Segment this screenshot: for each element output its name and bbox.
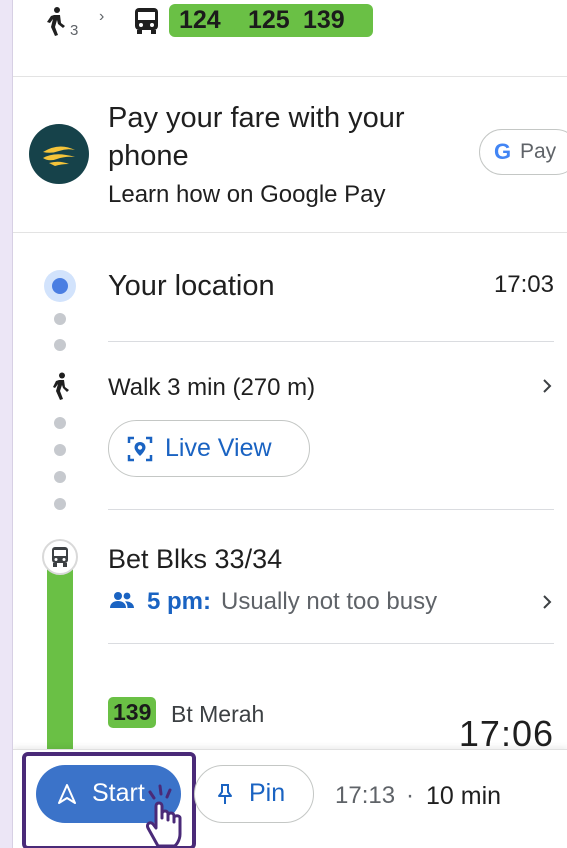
route-chip: 139: [285, 4, 373, 37]
separator: ·: [406, 782, 414, 809]
walk-icon: [53, 372, 69, 400]
route-summary[interactable]: 3 › 124 125 139: [13, 0, 567, 77]
pay-title: Pay your fare with your phone: [108, 102, 405, 172]
busyness-text: Usually not too busy: [221, 588, 438, 615]
bus-icon: [135, 8, 158, 34]
live-view-label: Live View: [165, 434, 272, 462]
pin-icon: [218, 784, 232, 804]
trip-duration: 10 min: [426, 782, 502, 810]
bottom-action-bar: Start Pin 17:13 · 10 min: [13, 749, 567, 848]
origin-label: Your location: [108, 270, 275, 302]
timeline-dot: [54, 471, 66, 483]
route-destination: Bt Merah: [171, 701, 265, 727]
busyness-time: 5 pm:: [147, 588, 212, 615]
pin-button[interactable]: Pin: [194, 765, 314, 823]
timeline-dot: [54, 498, 66, 510]
google-pay-button[interactable]: G Pay: [479, 129, 567, 175]
pay-subtitle: Learn how on Google Pay: [108, 181, 386, 208]
current-location-icon: [44, 270, 76, 302]
people-icon: [110, 592, 134, 608]
origin-time: 17:03: [493, 271, 554, 298]
divider: [108, 341, 554, 342]
divider: [108, 643, 554, 644]
chevron-right-icon[interactable]: [540, 379, 554, 393]
timeline-dot: [54, 313, 66, 325]
timeline-dot: [54, 417, 66, 429]
stop-name[interactable]: Bet Blks 33/34: [108, 544, 282, 575]
timeline-dot: [54, 444, 66, 456]
live-view-button[interactable]: Live View: [108, 420, 310, 477]
pin-label: Pin: [249, 779, 286, 807]
google-g-icon: G: [494, 139, 512, 164]
hand-cursor-icon: [146, 784, 182, 848]
walk-step[interactable]: Walk 3 min (270 m): [108, 374, 315, 402]
arrival-time: 17:13: [335, 782, 396, 809]
timeline-dot: [54, 339, 66, 351]
pay-promo[interactable]: Pay your fare with your phone Learn how …: [13, 77, 567, 233]
transit-operator-logo: [29, 124, 89, 184]
divider: [108, 509, 554, 510]
bus-stop-icon: [42, 539, 78, 575]
directions-panel: 3 › 124 125 139 Pay your fare with your …: [12, 0, 567, 848]
chevron-right-icon[interactable]: [540, 595, 554, 609]
live-view-icon: [127, 436, 153, 462]
chevron-right-icon: ›: [99, 8, 105, 25]
walk-minutes: 3: [70, 22, 79, 39]
walk-icon: [47, 7, 65, 36]
route-badge: 139: [108, 697, 157, 728]
google-pay-label: Pay: [520, 140, 557, 163]
transit-route-line: [47, 556, 73, 756]
